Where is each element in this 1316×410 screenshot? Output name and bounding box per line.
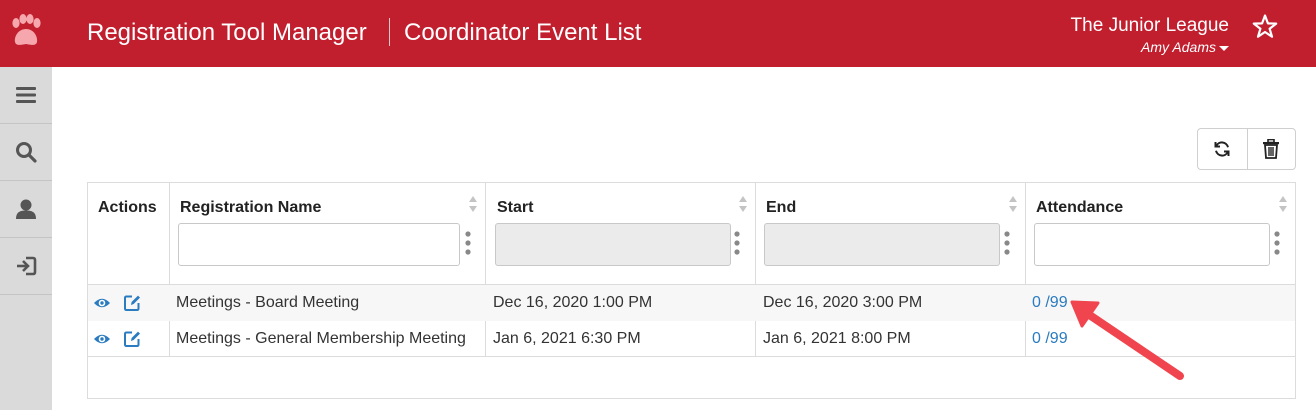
table-row: Meetings - General Membership Meeting Ja… bbox=[88, 321, 1295, 357]
top-header: Registration Tool Manager Coordinator Ev… bbox=[0, 0, 1316, 67]
registration-name-filter-input[interactable] bbox=[178, 223, 460, 266]
attendance-link[interactable]: 0 /99 bbox=[1032, 285, 1068, 321]
attendance-filter-input[interactable] bbox=[1034, 223, 1270, 266]
refresh-button[interactable] bbox=[1198, 129, 1247, 169]
table-toolbar bbox=[1197, 128, 1296, 170]
user-menu[interactable]: Amy Adams bbox=[1141, 39, 1229, 55]
organization-name: The Junior League bbox=[1070, 15, 1229, 36]
app-title: Registration Tool Manager bbox=[87, 19, 367, 46]
column-header-attendance[interactable]: Attendance bbox=[1036, 199, 1123, 217]
title-divider bbox=[389, 18, 390, 46]
table-row: Meetings - Board Meeting Dec 16, 2020 1:… bbox=[88, 285, 1295, 321]
caret-down-icon bbox=[1219, 45, 1229, 51]
sort-icon[interactable] bbox=[1008, 194, 1018, 214]
sidebar-search-button[interactable] bbox=[0, 124, 52, 181]
sidebar bbox=[0, 67, 52, 410]
user-name: Amy Adams bbox=[1141, 39, 1216, 55]
view-icon[interactable] bbox=[93, 294, 111, 312]
column-options-icon[interactable] bbox=[1274, 230, 1280, 256]
column-header-registration-name[interactable]: Registration Name bbox=[180, 199, 321, 217]
search-icon bbox=[16, 142, 37, 163]
registration-name: Meetings - Board Meeting bbox=[176, 294, 360, 311]
user-icon bbox=[16, 199, 36, 219]
sort-icon[interactable] bbox=[1278, 194, 1288, 214]
event-table: Actions Registration Name Start End Atte… bbox=[87, 182, 1296, 399]
trash-icon bbox=[1263, 139, 1280, 159]
paw-logo-icon bbox=[12, 14, 41, 45]
menu-icon bbox=[16, 87, 36, 103]
sort-icon[interactable] bbox=[468, 194, 478, 214]
sidebar-user-button[interactable] bbox=[0, 181, 52, 238]
start-date: Jan 6, 2021 6:30 PM bbox=[493, 330, 641, 347]
page-title: Coordinator Event List bbox=[404, 19, 642, 46]
edit-icon[interactable] bbox=[123, 294, 141, 312]
sort-icon[interactable] bbox=[738, 194, 748, 214]
view-icon[interactable] bbox=[93, 330, 111, 348]
column-header-actions: Actions bbox=[98, 199, 157, 216]
logout-icon bbox=[17, 256, 37, 276]
end-date: Dec 16, 2020 3:00 PM bbox=[763, 294, 923, 311]
registration-name: Meetings - General Membership Meeting bbox=[176, 330, 466, 347]
start-date: Dec 16, 2020 1:00 PM bbox=[493, 294, 653, 311]
end-date: Jan 6, 2021 8:00 PM bbox=[763, 330, 911, 347]
column-options-icon[interactable] bbox=[1004, 230, 1010, 256]
column-header-end[interactable]: End bbox=[766, 199, 796, 217]
refresh-icon bbox=[1214, 141, 1230, 157]
edit-icon[interactable] bbox=[123, 330, 141, 348]
column-options-icon[interactable] bbox=[734, 230, 740, 256]
start-date-filter[interactable] bbox=[495, 223, 731, 266]
sidebar-menu-button[interactable] bbox=[0, 67, 52, 124]
sidebar-logout-button[interactable] bbox=[0, 238, 52, 295]
column-header-start[interactable]: Start bbox=[497, 199, 533, 217]
delete-button[interactable] bbox=[1246, 129, 1296, 169]
end-date-filter[interactable] bbox=[764, 223, 1000, 266]
star-icon[interactable] bbox=[1251, 13, 1279, 41]
attendance-link[interactable]: 0 /99 bbox=[1032, 321, 1068, 357]
column-options-icon[interactable] bbox=[465, 230, 471, 256]
